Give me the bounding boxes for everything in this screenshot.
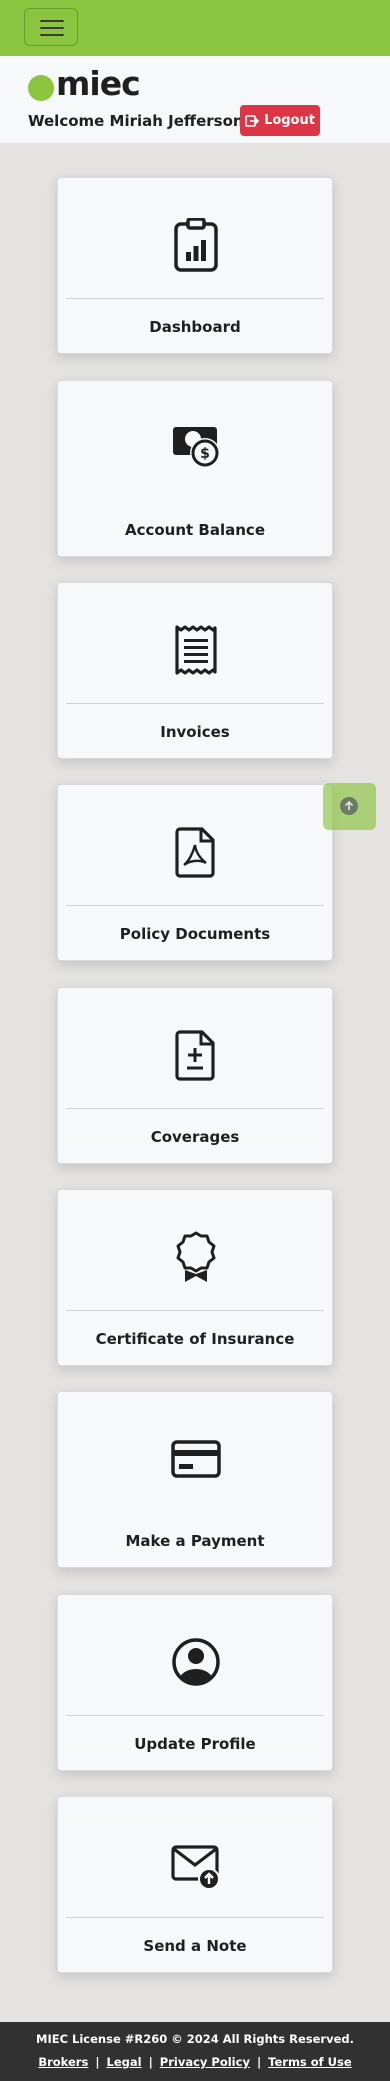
card-label: Make a Payment	[125, 1532, 265, 1550]
card-invoices[interactable]: Invoices	[57, 582, 333, 759]
logout-icon	[245, 114, 260, 127]
card-send-a-note[interactable]: Send a Note	[57, 1796, 333, 1973]
logo-dot-icon	[28, 75, 54, 101]
card-dashboard[interactable]: Dashboard	[57, 177, 333, 354]
receipt-icon	[175, 625, 217, 675]
card-label: Certificate of Insurance	[95, 1330, 295, 1348]
card-coverages[interactable]: Coverages	[57, 987, 333, 1164]
award-icon	[176, 1231, 216, 1282]
card-divider	[66, 1917, 324, 1918]
card-certificate-of-insurance[interactable]: Certificate of Insurance	[57, 1189, 333, 1366]
file-plus-minus-icon	[175, 1030, 215, 1081]
card-label: Coverages	[150, 1128, 240, 1146]
footer-link-terms-of-use[interactable]: Terms of Use	[268, 2055, 352, 2069]
card-label: Invoices	[160, 723, 230, 741]
person-circle-icon	[172, 1638, 220, 1686]
credit-card-icon	[171, 1440, 221, 1478]
svg-text:$: $	[200, 446, 210, 462]
pdf-file-icon	[175, 827, 215, 878]
card-divider	[66, 1108, 324, 1109]
card-label: Dashboard	[149, 318, 241, 336]
copyright-text: MIEC License #R260 © 2024 All Rights Res…	[36, 2032, 354, 2046]
card-account-balance[interactable]: $ Account Balance	[57, 380, 333, 557]
footer-link-legal[interactable]: Legal	[107, 2055, 142, 2069]
page-header: miec Welcome Miriah Jefferson Logout	[0, 56, 390, 143]
envelope-upload-icon	[171, 1845, 220, 1890]
logo-text: miec	[56, 64, 141, 103]
scroll-to-top-button[interactable]	[323, 783, 376, 830]
clipboard-chart-icon	[174, 218, 218, 272]
footer-link-privacy-policy[interactable]: Privacy Policy	[160, 2055, 250, 2069]
cash-coin-icon: $	[173, 427, 220, 468]
card-update-profile[interactable]: Update Profile	[57, 1594, 333, 1771]
card-policy-documents[interactable]: Policy Documents	[57, 784, 333, 961]
arrow-up-circle-icon	[340, 797, 358, 815]
logout-label: Logout	[264, 113, 315, 128]
card-divider	[66, 703, 324, 704]
card-label: Update Profile	[134, 1735, 256, 1753]
card-make-a-payment[interactable]: Make a Payment	[57, 1391, 333, 1568]
top-navbar	[0, 0, 390, 56]
logout-button[interactable]: Logout	[240, 105, 320, 136]
card-label: Account Balance	[124, 521, 265, 539]
card-divider	[66, 298, 324, 299]
footer: MIEC License #R260 © 2024 All Rights Res…	[0, 2022, 390, 2081]
footer-link-brokers[interactable]: Brokers	[38, 2055, 88, 2069]
hamburger-icon[interactable]	[24, 8, 78, 46]
card-divider	[66, 905, 324, 906]
card-label: Policy Documents	[119, 925, 271, 943]
card-divider	[66, 1715, 324, 1716]
card-label: Send a Note	[143, 1937, 247, 1955]
welcome-message: Welcome Miriah Jefferson	[28, 112, 244, 130]
card-divider	[66, 1310, 324, 1311]
footer-links: Brokers | Legal | Privacy Policy | Terms of Us…	[38, 2055, 352, 2069]
